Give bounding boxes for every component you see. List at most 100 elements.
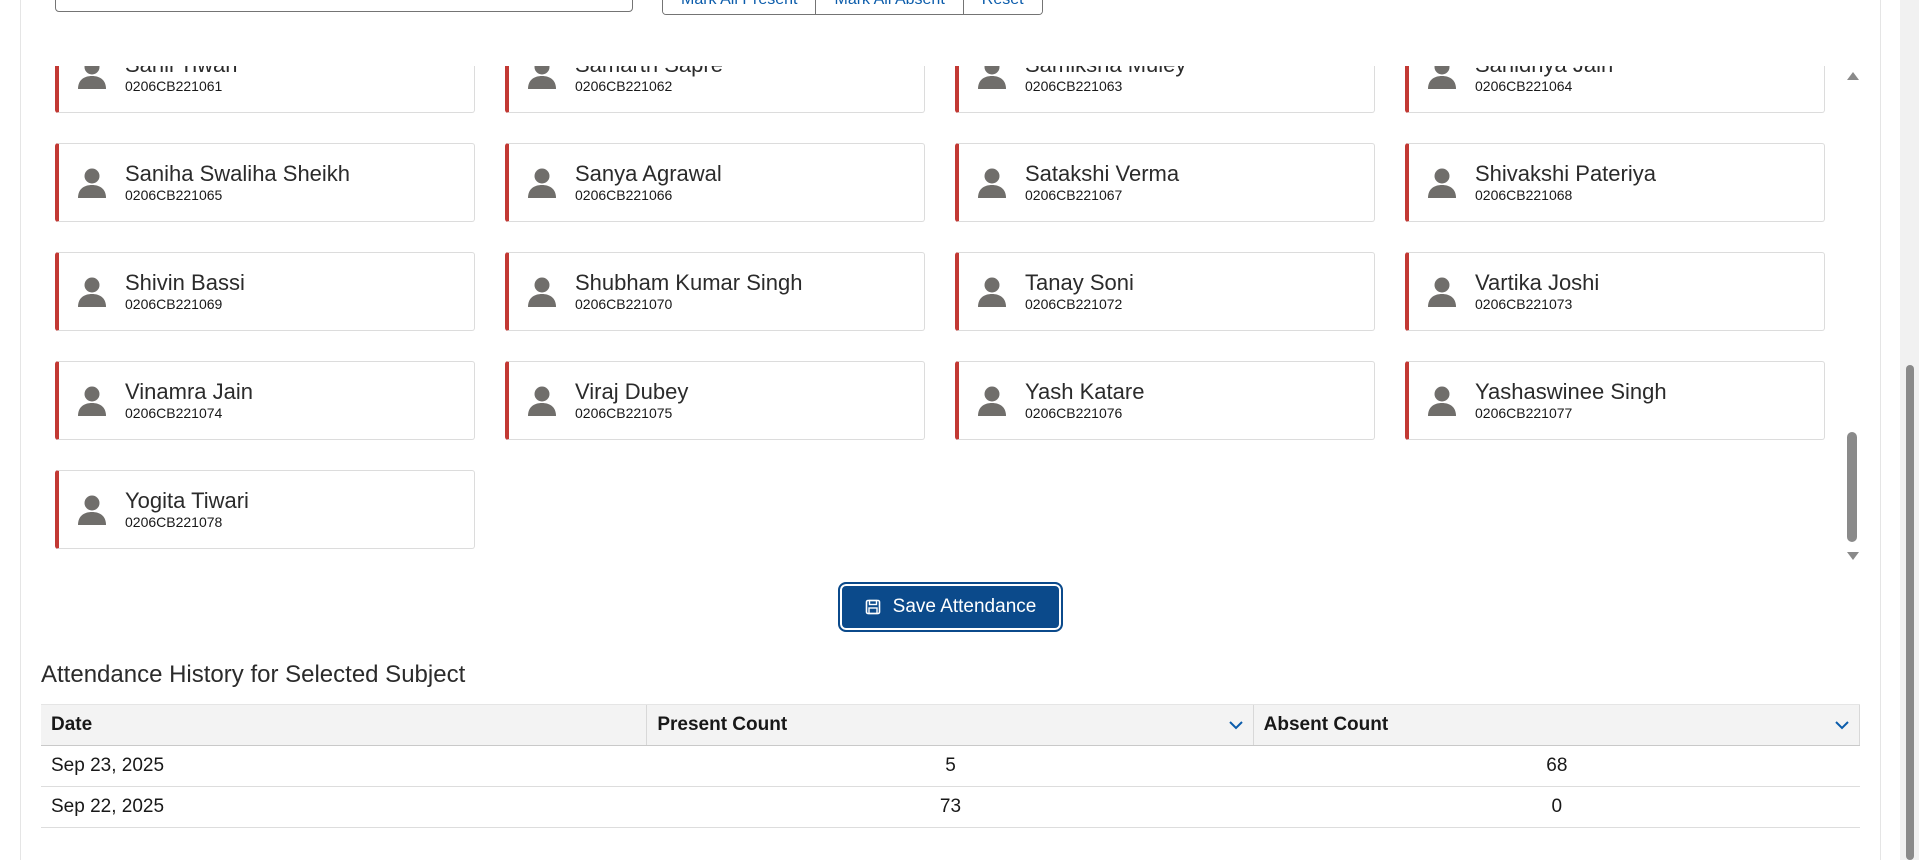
student-info: Vartika Joshi 0206CB221073 bbox=[1475, 269, 1600, 313]
user-icon bbox=[978, 386, 1006, 416]
student-roll-number: 0206CB221077 bbox=[1475, 404, 1573, 421]
user-icon bbox=[978, 66, 1006, 89]
cell-present-count: 5 bbox=[945, 755, 956, 776]
scroll-down-arrow-icon[interactable] bbox=[1847, 552, 1859, 560]
student-card[interactable]: Yashaswinee Singh 0206CB221077 bbox=[1405, 361, 1825, 440]
student-info: Yogita Tiwari 0206CB221078 bbox=[125, 487, 249, 531]
student-roll-number: 0206CB221070 bbox=[575, 295, 673, 312]
page-scrollbar[interactable] bbox=[1900, 0, 1919, 860]
user-icon bbox=[78, 277, 106, 307]
student-info: Yash Katare 0206CB221076 bbox=[1025, 379, 1144, 422]
student-grid: Sahil Tiwari0206CB221061Samarth Sapre020… bbox=[55, 66, 1825, 549]
table-row: Sep 23, 2025 5 68 bbox=[41, 746, 1860, 787]
attendance-page: Mark All Present Mark All Absent Reset S… bbox=[0, 0, 1919, 860]
user-icon bbox=[78, 495, 106, 525]
user-icon bbox=[78, 168, 106, 198]
save-icon bbox=[865, 599, 880, 615]
search-input[interactable] bbox=[55, 0, 633, 12]
student-info: Satakshi Verma 0206CB221067 bbox=[1025, 160, 1180, 204]
student-card[interactable]: Vartika Joshi 0206CB221073 bbox=[1405, 252, 1825, 331]
student-roll-number: 0206CB221078 bbox=[125, 513, 223, 530]
student-card[interactable]: Samiksha Muley0206CB221063 bbox=[955, 66, 1375, 113]
student-info: Samarth Sapre0206CB221062 bbox=[575, 66, 723, 95]
student-roll-number: 0206CB221075 bbox=[575, 404, 673, 421]
student-name: Yogita Tiwari bbox=[125, 487, 249, 513]
student-roll-number: 0206CB221073 bbox=[1475, 295, 1573, 312]
student-info: Vinamra Jain 0206CB221074 bbox=[125, 379, 253, 422]
history-title: Attendance History for Selected Subject bbox=[41, 661, 466, 688]
student-roll-number: 0206CB221067 bbox=[1025, 186, 1123, 203]
user-icon bbox=[528, 386, 556, 416]
student-card[interactable]: Satakshi Verma 0206CB221067 bbox=[955, 143, 1375, 222]
student-roll-number: 0206CB221072 bbox=[1025, 295, 1123, 312]
student-card[interactable]: Shivin Bassi 0206CB221069 bbox=[55, 252, 475, 331]
student-name: Shivin Bassi bbox=[125, 269, 245, 295]
column-header-absent-count[interactable]: Absent Count bbox=[1254, 705, 1860, 745]
student-roll-number: 0206CB221065 bbox=[125, 186, 223, 203]
cell-date: Sep 23, 2025 bbox=[51, 755, 165, 776]
student-name: Vartika Joshi bbox=[1475, 269, 1600, 295]
student-info: Sahil Tiwari0206CB221061 bbox=[125, 66, 237, 95]
student-info: Shivakshi Pateriya 0206CB221068 bbox=[1475, 161, 1656, 204]
student-card[interactable]: Sanya Agrawal 0206CB221066 bbox=[505, 143, 925, 222]
history-table-header: Date Present Count Absent Count bbox=[41, 704, 1860, 746]
student-card[interactable]: Sahil Tiwari0206CB221061 bbox=[55, 66, 475, 113]
user-icon bbox=[1428, 277, 1456, 307]
student-name: Sanya Agrawal bbox=[575, 160, 722, 186]
student-card[interactable]: Sanidhya Jain0206CB221064 bbox=[1405, 66, 1825, 113]
student-info: Shivin Bassi 0206CB221069 bbox=[125, 269, 245, 313]
user-icon bbox=[528, 66, 556, 89]
reset-button[interactable]: Reset bbox=[963, 0, 1042, 14]
student-roll-number: 0206CB221066 bbox=[575, 186, 673, 203]
student-card[interactable]: Yash Katare 0206CB221076 bbox=[955, 361, 1375, 440]
student-roll-number: 0206CB221076 bbox=[1025, 404, 1123, 421]
user-icon bbox=[1428, 66, 1456, 89]
student-card[interactable]: Tanay Soni 0206CB221072 bbox=[955, 252, 1375, 331]
student-card[interactable]: Shubham Kumar Singh 0206CB221070 bbox=[505, 252, 925, 331]
chevron-down-icon[interactable] bbox=[1835, 720, 1849, 730]
panel-border-left bbox=[20, 0, 21, 860]
student-name: Samiksha Muley bbox=[1025, 66, 1186, 77]
student-name: Tanay Soni bbox=[1025, 269, 1134, 295]
student-card[interactable]: Vinamra Jain 0206CB221074 bbox=[55, 361, 475, 440]
student-list-scrollbar[interactable] bbox=[1844, 66, 1860, 560]
student-name: Satakshi Verma bbox=[1025, 160, 1180, 186]
user-icon bbox=[978, 168, 1006, 198]
column-label-date: Date bbox=[51, 714, 93, 735]
column-header-date[interactable]: Date bbox=[41, 705, 648, 745]
scroll-thumb[interactable] bbox=[1847, 432, 1857, 542]
chevron-down-icon[interactable] bbox=[1228, 720, 1243, 730]
student-card[interactable]: Viraj Dubey 0206CB221075 bbox=[505, 361, 925, 440]
history-table: Date Present Count Absent Count Sep 23, … bbox=[41, 704, 1860, 828]
student-info: Shubham Kumar Singh 0206CB221070 bbox=[575, 270, 802, 313]
student-info: Tanay Soni 0206CB221072 bbox=[1025, 269, 1134, 313]
student-name: Samarth Sapre bbox=[575, 66, 723, 77]
user-icon bbox=[528, 168, 556, 198]
student-card[interactable]: Samarth Sapre0206CB221062 bbox=[505, 66, 925, 113]
save-attendance-button[interactable]: Save Attendance bbox=[838, 582, 1063, 632]
student-name: Saniha Swaliha Sheikh bbox=[125, 160, 351, 186]
user-icon bbox=[78, 386, 106, 416]
scroll-up-arrow-icon[interactable] bbox=[1847, 72, 1859, 80]
student-card[interactable]: Shivakshi Pateriya 0206CB221068 bbox=[1405, 143, 1825, 222]
column-label-present-count: Present Count bbox=[657, 714, 788, 735]
bulk-action-group: Mark All Present Mark All Absent Reset bbox=[662, 0, 1043, 15]
student-roll-number: 0206CB221064 bbox=[1475, 77, 1573, 94]
student-info: Samiksha Muley0206CB221063 bbox=[1025, 66, 1186, 95]
student-card[interactable]: Yogita Tiwari 0206CB221078 bbox=[55, 470, 475, 549]
user-icon bbox=[1428, 168, 1456, 198]
student-name: Yashaswinee Singh bbox=[1475, 378, 1667, 404]
student-roll-number: 0206CB221061 bbox=[125, 77, 223, 94]
student-info: Yashaswinee Singh 0206CB221077 bbox=[1475, 378, 1667, 422]
cell-present-count: 73 bbox=[939, 796, 962, 817]
page-scroll-thumb[interactable] bbox=[1906, 365, 1914, 860]
student-name: Sanidhya Jain bbox=[1475, 66, 1613, 77]
student-card[interactable]: Saniha Swaliha Sheikh 0206CB221065 bbox=[55, 143, 475, 222]
mark-all-absent-button[interactable]: Mark All Absent bbox=[816, 0, 964, 14]
user-icon bbox=[1428, 386, 1456, 416]
column-label-absent-count: Absent Count bbox=[1263, 714, 1389, 735]
mark-all-present-button[interactable]: Mark All Present bbox=[663, 0, 817, 14]
column-header-present-count[interactable]: Present Count bbox=[647, 705, 1254, 745]
student-roll-number: 0206CB221069 bbox=[125, 295, 223, 312]
student-info: Viraj Dubey 0206CB221075 bbox=[575, 379, 688, 422]
